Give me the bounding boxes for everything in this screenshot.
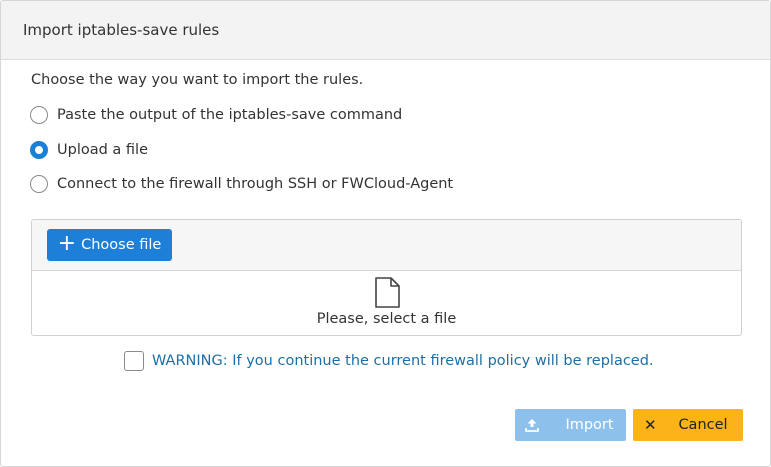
choose-file-label: Choose file (81, 237, 162, 253)
dialog-title: Import iptables-save rules (23, 21, 220, 39)
warning-row[interactable]: WARNING: If you continue the current fir… (124, 351, 654, 371)
warning-checkbox[interactable] (124, 351, 144, 371)
empty-file-text: Please, select a file (316, 311, 457, 327)
uploader-dropzone[interactable]: Please, select a file (32, 271, 741, 335)
intro-text: Choose the way you want to import the ru… (31, 72, 364, 88)
import-label: Import (565, 417, 614, 433)
file-uploader: + Choose file Please, select a file (31, 219, 742, 336)
cancel-label: Cancel (678, 417, 728, 433)
dialog-header: Import iptables-save rules (1, 1, 770, 60)
radio-paste[interactable] (30, 106, 48, 124)
option-paste-label: Paste the output of the iptables-save co… (57, 107, 403, 123)
radio-upload[interactable] (30, 141, 48, 159)
file-icon (375, 277, 400, 308)
option-connect-label: Connect to the firewall through SSH or F… (57, 176, 454, 192)
choose-file-button[interactable]: + Choose file (47, 229, 172, 261)
close-icon: ✕ (644, 416, 657, 434)
uploader-toolbar: + Choose file (32, 220, 741, 271)
warning-text: WARNING: If you continue the current fir… (152, 353, 654, 369)
option-paste[interactable]: Paste the output of the iptables-save co… (30, 106, 402, 124)
import-button[interactable]: Import (515, 409, 626, 441)
option-upload[interactable]: Upload a file (30, 141, 148, 159)
upload-icon (525, 419, 539, 432)
option-connect[interactable]: Connect to the firewall through SSH or F… (30, 175, 453, 193)
plus-icon: + (57, 231, 77, 256)
option-upload-label: Upload a file (57, 142, 148, 158)
radio-connect[interactable] (30, 175, 48, 193)
import-dialog: Import iptables-save rules Choose the wa… (0, 0, 771, 467)
cancel-button[interactable]: ✕ Cancel (633, 409, 743, 441)
